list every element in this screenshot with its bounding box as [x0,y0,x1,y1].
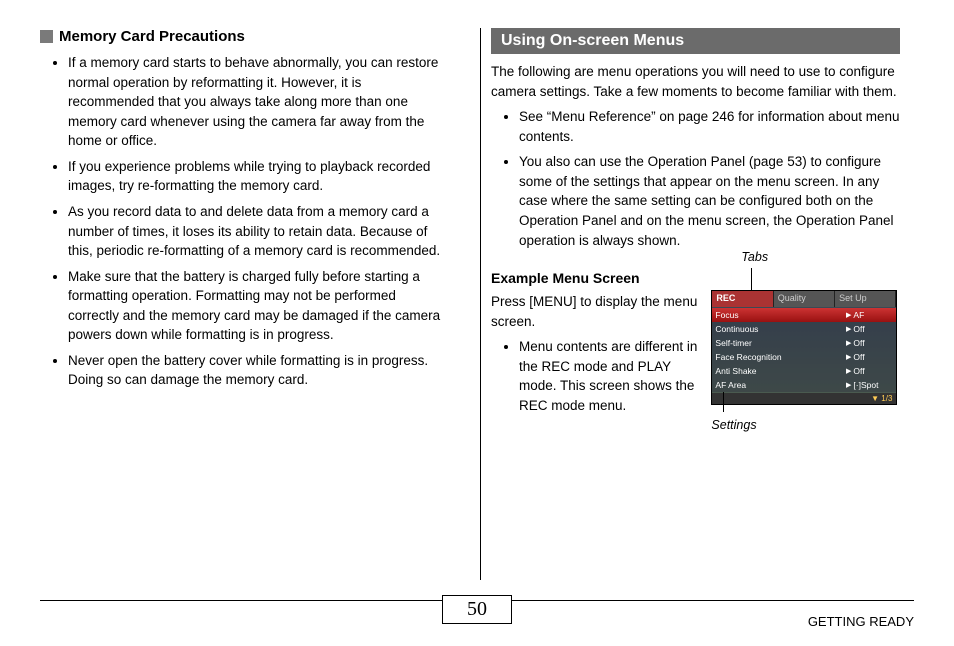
camera-menu-screen: REC Quality Set Up Focus▶AFContinuous▶Of… [711,290,897,405]
arrow-right-icon: ▶ [846,353,851,361]
example-instruction: Press [MENU] to display the menu screen. [491,292,699,331]
menu-row-value: Off [853,352,893,362]
page-footer: 50 GETTING READY [40,600,914,634]
menu-row-value: Off [853,324,893,334]
list-item: As you record data to and delete data fr… [68,202,450,261]
menu-row[interactable]: Continuous▶Off [712,322,896,336]
menu-row[interactable]: Self-timer▶Off [712,336,896,350]
menu-row-value: [·]Spot [853,380,893,390]
menu-row-label: Face Recognition [715,352,844,362]
arrow-right-icon: ▶ [846,325,851,333]
menu-tabs-bar: REC Quality Set Up [712,291,896,307]
menu-row-label: Anti Shake [715,366,844,376]
section-label: GETTING READY [808,606,914,629]
menu-tab-setup[interactable]: Set Up [835,291,896,307]
arrow-right-icon: ▶ [846,311,851,319]
settings-callout-label: Settings [711,418,756,432]
heading-text: Memory Card Precautions [59,28,245,45]
menu-row-value: Off [853,366,893,376]
arrow-right-icon: ▶ [846,339,851,347]
menu-page-text: 1/3 [881,394,892,403]
menu-row-label: AF Area [715,380,844,390]
menu-row[interactable]: AF Area▶[·]Spot [712,378,896,392]
example-screen-figure: Tabs REC Quality Set Up Focus▶AFContinuo… [711,256,900,406]
list-item: See “Menu Reference” on page 246 for inf… [519,107,900,146]
menu-settings-list: Focus▶AFContinuous▶OffSelf-timer▶OffFace… [712,307,896,393]
list-item: You also can use the Operation Panel (pa… [519,152,900,250]
list-item: Never open the battery cover while forma… [68,351,450,390]
menu-row[interactable]: Face Recognition▶Off [712,350,896,364]
arrow-right-icon: ▶ [846,381,851,389]
menu-row[interactable]: Focus▶AF [712,308,896,322]
menu-row-label: Self-timer [715,338,844,348]
tabs-lead-line [751,268,752,290]
menu-row-value: AF [853,310,893,320]
list-item: Make sure that the battery is charged fu… [68,267,450,345]
list-item: If you experience problems while trying … [68,157,450,196]
menu-row[interactable]: Anti Shake▶Off [712,364,896,378]
memory-card-bullets: If a memory card starts to behave abnorm… [40,53,450,390]
page-number: 50 [442,595,512,624]
list-item: If a memory card starts to behave abnorm… [68,53,450,151]
intro-text: The following are menu operations you wi… [491,62,900,101]
menu-page-indicator: ▼ 1/3 [712,393,896,404]
onscreen-menus-banner: Using On-screen Menus [491,28,900,54]
list-item: Menu contents are different in the REC m… [519,337,699,415]
arrow-right-icon: ▶ [846,367,851,375]
right-column: Using On-screen Menus The following are … [480,28,900,580]
example-text-block: Example Menu Screen Press [MENU] to disp… [491,256,699,421]
memory-card-heading: Memory Card Precautions [40,28,450,45]
tabs-callout-label: Tabs [741,250,768,264]
menu-row-label: Focus [715,310,844,320]
menu-row-value: Off [853,338,893,348]
onscreen-menus-bullets: See “Menu Reference” on page 246 for inf… [491,107,900,250]
arrow-down-icon: ▼ [871,394,879,403]
square-bullet-icon [40,30,53,43]
example-heading: Example Menu Screen [491,270,699,286]
settings-lead-line [723,392,724,412]
menu-tab-quality[interactable]: Quality [774,291,835,307]
menu-tab-rec[interactable]: REC [712,291,773,307]
menu-row-label: Continuous [715,324,844,334]
left-column: Memory Card Precautions If a memory card… [40,28,460,580]
example-bullets: Menu contents are different in the REC m… [491,337,699,415]
